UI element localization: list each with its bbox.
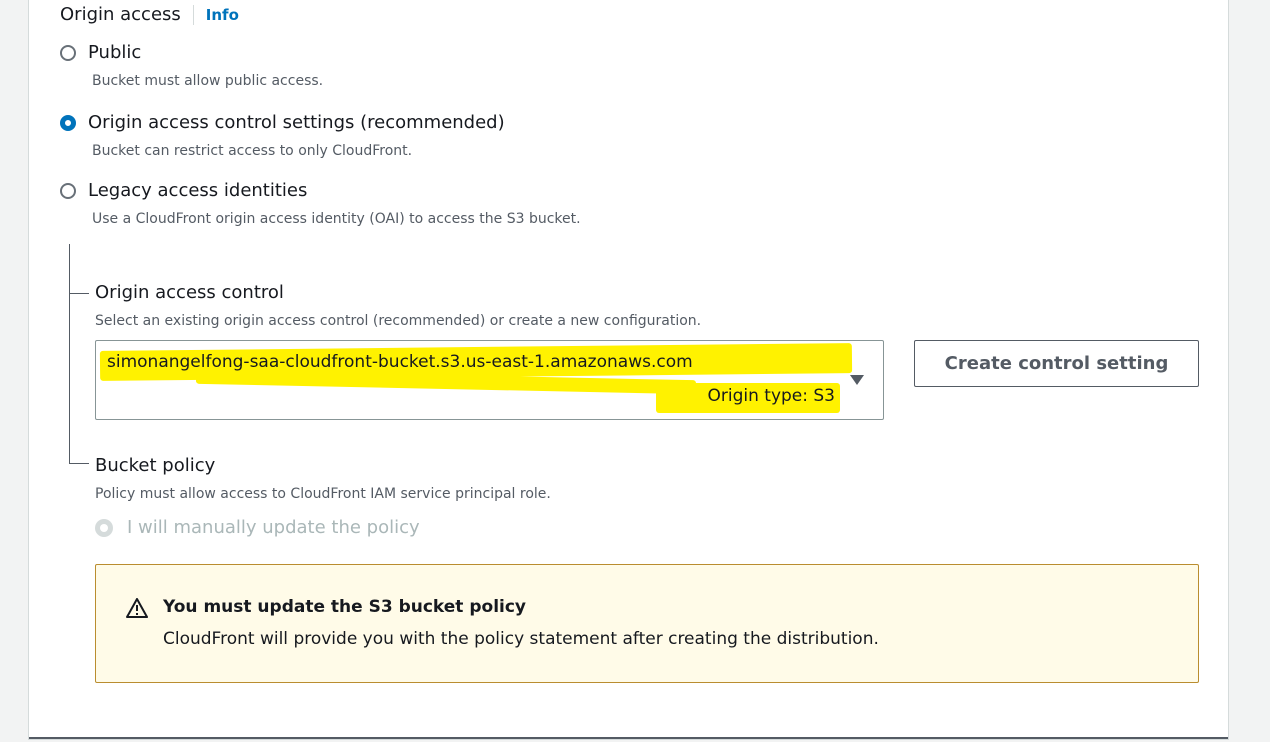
- oac-label: Origin access control: [95, 282, 284, 303]
- panel-bottom-border: [29, 737, 1228, 739]
- oac-select[interactable]: simonangelfong-saa-cloudfront-bucket.s3.…: [95, 340, 884, 420]
- create-control-setting-button[interactable]: Create control setting: [914, 340, 1199, 387]
- radio-public-circle[interactable]: [60, 44, 76, 61]
- radio-oac-description: Bucket can restrict access to only Cloud…: [92, 143, 413, 159]
- radio-manual-policy-circle: [95, 518, 113, 537]
- warning-icon: [126, 598, 148, 622]
- radio-oac-circle[interactable]: [60, 114, 76, 131]
- bucket-policy-label: Bucket policy: [95, 455, 216, 476]
- radio-public-label[interactable]: Public: [88, 42, 141, 63]
- alert-body: CloudFront will provide you with the pol…: [163, 629, 879, 649]
- radio-manual-policy: I will manually update the policy: [95, 517, 420, 538]
- caret-down-icon[interactable]: [850, 375, 864, 385]
- oac-description: Select an existing origin access control…: [95, 313, 702, 329]
- radio-oac[interactable]: Origin access control settings (recommen…: [60, 112, 505, 133]
- tree-branch-oac: [69, 293, 89, 294]
- alert-title: You must update the S3 bucket policy: [163, 597, 527, 617]
- header-divider: [192, 4, 194, 25]
- warning-alert: You must update the S3 bucket policy Clo…: [95, 564, 1199, 683]
- radio-legacy-description: Use a CloudFront origin access identity …: [92, 211, 581, 227]
- info-link[interactable]: Info: [206, 6, 239, 24]
- radio-public[interactable]: Public: [60, 42, 141, 63]
- nested-tree-line: [69, 244, 70, 463]
- origin-access-title: Origin access: [60, 4, 181, 25]
- radio-legacy[interactable]: Legacy access identities: [60, 180, 307, 201]
- radio-legacy-label[interactable]: Legacy access identities: [88, 180, 307, 201]
- radio-manual-policy-label: I will manually update the policy: [127, 517, 420, 538]
- radio-public-description: Bucket must allow public access.: [92, 73, 324, 89]
- radio-legacy-circle[interactable]: [60, 182, 76, 199]
- bucket-policy-description: Policy must allow access to CloudFront I…: [95, 486, 551, 502]
- origin-access-header: Origin access Info: [60, 4, 239, 25]
- oac-selected-value: simonangelfong-saa-cloudfront-bucket.s3.…: [107, 352, 693, 372]
- radio-oac-label[interactable]: Origin access control settings (recommen…: [88, 112, 505, 133]
- tree-branch-policy: [69, 463, 89, 464]
- oac-origin-type: Origin type: S3: [707, 386, 836, 406]
